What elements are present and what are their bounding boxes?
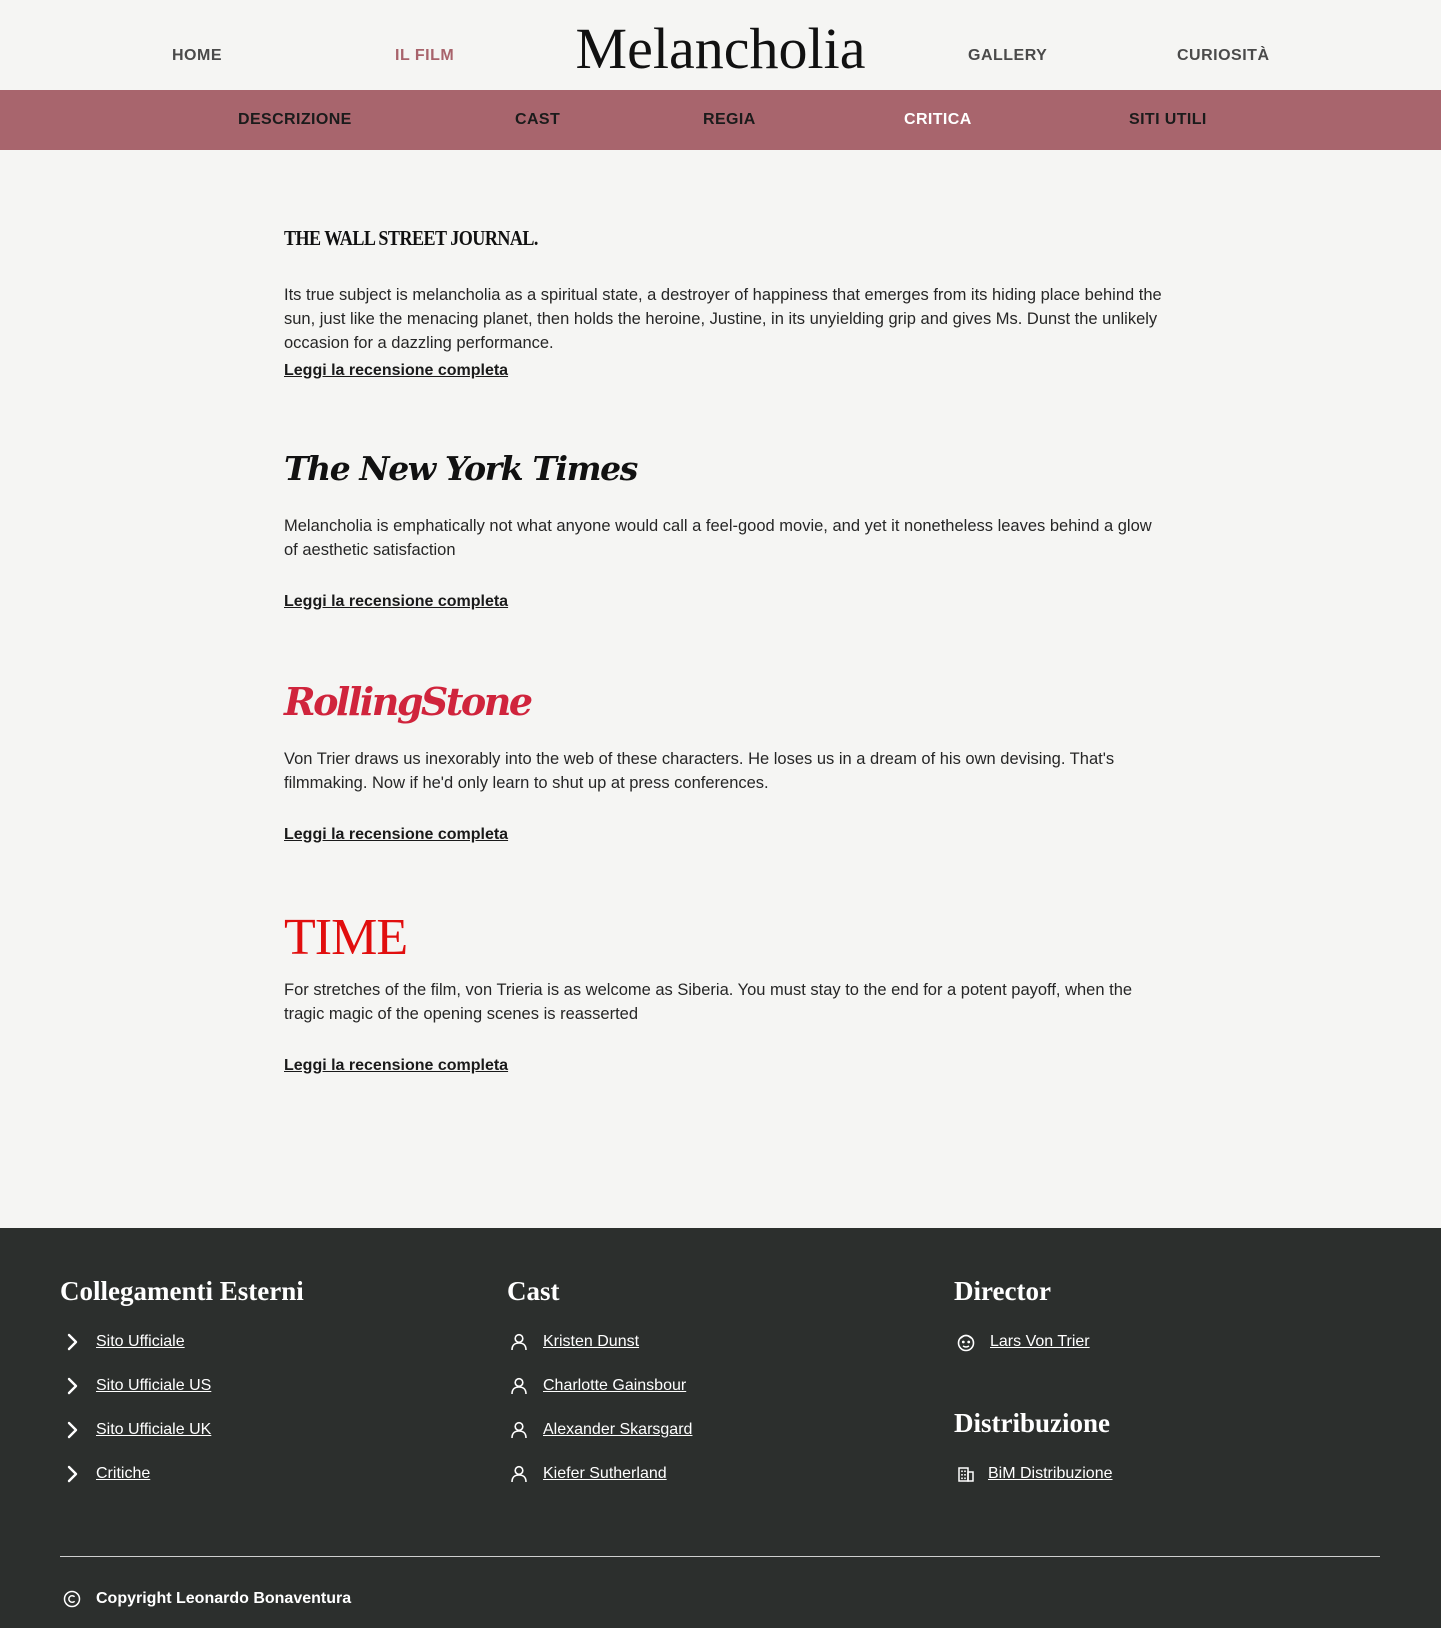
director-face-icon bbox=[956, 1332, 976, 1352]
subnav-regia[interactable]: REGIA bbox=[703, 111, 756, 129]
chevron-right-icon bbox=[62, 1464, 82, 1484]
copyright-text: Copyright Leonardo Bonaventura bbox=[96, 1590, 352, 1607]
external-link-item: Sito Ufficiale bbox=[62, 1332, 185, 1352]
link-kristen-dunst[interactable]: Kristen Dunst bbox=[543, 1333, 639, 1351]
rolling-stone-logo: RollingStone bbox=[284, 679, 533, 724]
copyright: Copyright Leonardo Bonaventura bbox=[62, 1589, 351, 1609]
review-quote: Von Trier draws us inexorably into the w… bbox=[284, 750, 1115, 792]
chevron-right-icon bbox=[62, 1376, 82, 1396]
cast-link-item: Kristen Dunst bbox=[509, 1332, 639, 1352]
person-icon bbox=[509, 1332, 529, 1352]
link-sito-ufficiale-us[interactable]: Sito Ufficiale US bbox=[96, 1377, 211, 1395]
review-rolling-stone: RollingStone Von Trier draws us inexorab… bbox=[284, 679, 1164, 844]
subnav-descrizione[interactable]: DESCRIZIONE bbox=[238, 111, 352, 129]
director-link-item: Lars Von Trier bbox=[956, 1332, 1090, 1352]
review-quote: Its true subject is melancholia as a spi… bbox=[284, 286, 1162, 352]
link-sito-ufficiale[interactable]: Sito Ufficiale bbox=[96, 1333, 185, 1351]
external-link-item: Sito Ufficiale UK bbox=[62, 1420, 211, 1440]
link-lars-von-trier[interactable]: Lars Von Trier bbox=[990, 1333, 1090, 1351]
sub-navigation: DESCRIZIONE CAST REGIA CRITICA SITI UTIL… bbox=[0, 90, 1441, 150]
review-quote: For stretches of the film, von Trieria i… bbox=[284, 981, 1133, 1023]
footer: Collegamenti Esterni Sito Ufficiale Sito… bbox=[0, 1228, 1441, 1628]
read-full-review-link[interactable]: Leggi la recensione completa bbox=[284, 362, 508, 380]
link-charlotte-gainsbour[interactable]: Charlotte Gainsbour bbox=[543, 1377, 686, 1395]
time-logo: TIME bbox=[284, 909, 408, 966]
footer-divider bbox=[60, 1556, 1380, 1557]
building-icon bbox=[956, 1464, 976, 1484]
person-icon bbox=[509, 1420, 529, 1440]
nav-home[interactable]: HOME bbox=[172, 47, 222, 65]
link-critiche[interactable]: Critiche bbox=[96, 1465, 150, 1483]
review-quote: Melancholia is emphatically not what any… bbox=[284, 517, 1152, 559]
external-link-item: Critiche bbox=[62, 1464, 150, 1484]
nav-gallery[interactable]: GALLERY bbox=[968, 47, 1047, 65]
cast-link-item: Kiefer Sutherland bbox=[509, 1464, 667, 1484]
subnav-cast[interactable]: CAST bbox=[515, 111, 560, 129]
cast-title: Cast bbox=[507, 1276, 560, 1306]
person-icon bbox=[509, 1376, 529, 1396]
external-link-item: Sito Ufficiale US bbox=[62, 1376, 211, 1396]
distribution-title: Distribuzione bbox=[954, 1408, 1111, 1438]
nyt-logo: The New York Times bbox=[284, 449, 638, 488]
read-full-review-link[interactable]: Leggi la recensione completa bbox=[284, 826, 508, 844]
review-time: TIME For stretches of the film, von Trie… bbox=[284, 912, 1164, 1075]
link-sito-ufficiale-uk[interactable]: Sito Ufficiale UK bbox=[96, 1421, 211, 1439]
person-icon bbox=[509, 1464, 529, 1484]
distribution-link-item: BiM Distribuzione bbox=[956, 1464, 1112, 1484]
external-links-title: Collegamenti Esterni bbox=[60, 1276, 304, 1306]
chevron-right-icon bbox=[62, 1332, 82, 1352]
subnav-critica[interactable]: CRITICA bbox=[904, 111, 972, 129]
link-bim-distribuzione[interactable]: BiM Distribuzione bbox=[988, 1465, 1112, 1483]
copyright-icon bbox=[62, 1589, 82, 1609]
top-header: HOME IL FILM Melancholia GALLERY CURIOSI… bbox=[0, 0, 1441, 90]
subnav-siti-utili[interactable]: SITI UTILI bbox=[1129, 111, 1207, 129]
cast-link-item: Charlotte Gainsbour bbox=[509, 1376, 686, 1396]
link-kiefer-sutherland[interactable]: Kiefer Sutherland bbox=[543, 1465, 667, 1483]
nav-il-film[interactable]: IL FILM bbox=[395, 47, 454, 65]
read-full-review-link[interactable]: Leggi la recensione completa bbox=[284, 593, 508, 611]
chevron-right-icon bbox=[62, 1420, 82, 1440]
link-alexander-skarsgard[interactable]: Alexander Skarsgard bbox=[543, 1421, 692, 1439]
director-title: Director bbox=[954, 1276, 1051, 1306]
review-nyt: The New York Times Melancholia is emphat… bbox=[284, 446, 1164, 611]
nav-curiosita[interactable]: CURIOSITÀ bbox=[1177, 47, 1270, 65]
review-wsj: THE WALL STREET JOURNAL. Its true subjec… bbox=[284, 215, 1164, 380]
read-full-review-link[interactable]: Leggi la recensione completa bbox=[284, 1057, 508, 1075]
cast-link-item: Alexander Skarsgard bbox=[509, 1420, 692, 1440]
site-title-text[interactable]: Melancholia bbox=[576, 16, 866, 81]
wsj-logo: THE WALL STREET JOURNAL. bbox=[284, 226, 538, 250]
